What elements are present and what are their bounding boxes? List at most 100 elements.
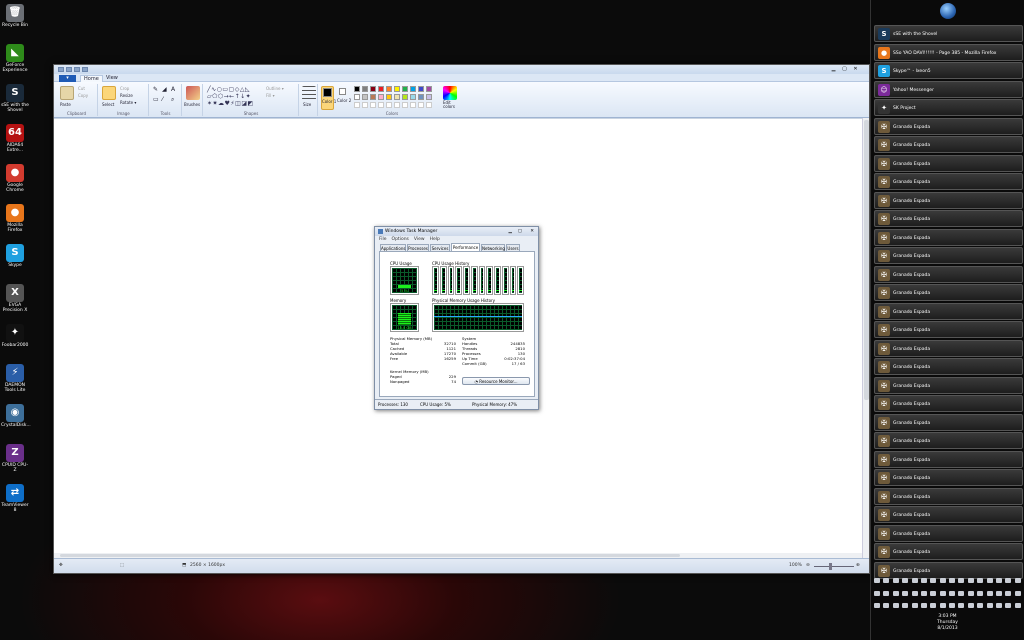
tray-icon[interactable] bbox=[883, 578, 890, 583]
rotate-button[interactable]: Rotate ▾ bbox=[120, 100, 136, 105]
tm-menu-item[interactable]: File bbox=[379, 236, 387, 243]
desktop-icon[interactable]: ◣ GeForce Experience bbox=[1, 44, 29, 73]
app-icon[interactable] bbox=[58, 67, 64, 72]
taskbar-button[interactable]: ✠ Granado Espada bbox=[874, 413, 1023, 431]
taskbar-button[interactable]: ✠ Granado Espada bbox=[874, 339, 1023, 357]
tray-icon[interactable] bbox=[995, 590, 1002, 596]
taskbar-button[interactable]: ✠ Granado Espada bbox=[874, 247, 1023, 264]
tray-icon[interactable] bbox=[949, 590, 955, 596]
edit-colors-icon[interactable] bbox=[443, 86, 457, 100]
taskbar-button[interactable]: ● SSo YAO DAVI!!!!!! - Page 385 - Mozilla… bbox=[874, 43, 1023, 61]
crop-button[interactable]: Crop bbox=[120, 86, 129, 91]
palette-swatch[interactable] bbox=[378, 94, 384, 100]
tray-icon[interactable] bbox=[967, 590, 974, 596]
tm-minimize-icon[interactable]: ▁ bbox=[509, 227, 512, 236]
tray-icon[interactable] bbox=[967, 603, 974, 609]
color2-button[interactable]: Color 2 bbox=[336, 86, 351, 110]
tray-icon[interactable] bbox=[902, 578, 909, 583]
color-picker-icon[interactable]: ⁄ bbox=[162, 96, 163, 103]
tab-view[interactable]: View bbox=[103, 75, 121, 82]
tm-tab[interactable]: Processes bbox=[407, 244, 429, 251]
palette-swatch[interactable] bbox=[362, 86, 368, 92]
palette-swatch[interactable] bbox=[418, 86, 424, 92]
taskbar-button[interactable]: ✠ Granado Espada bbox=[874, 117, 1023, 135]
taskbar-button[interactable]: ☺ Yahoo! Messenger bbox=[874, 80, 1023, 98]
taskbar-button[interactable]: ✠ Granado Espada bbox=[874, 543, 1023, 560]
select-button[interactable]: Select bbox=[102, 102, 114, 107]
tray-icon[interactable] bbox=[977, 603, 984, 609]
tray-icon[interactable] bbox=[1005, 603, 1012, 609]
redo-icon[interactable] bbox=[82, 67, 88, 72]
vertical-scroll-thumb[interactable] bbox=[864, 120, 869, 400]
shapes-gallery[interactable]: ╱∿○▭▢◇△◺ ▱⬠⬡→←↑↓✦ ✶✷☁♥⚡◫◪◩ bbox=[207, 86, 263, 108]
custom-color-slot[interactable] bbox=[386, 102, 392, 108]
tray-icon[interactable] bbox=[958, 578, 965, 583]
taskbar-button[interactable]: ✠ Granado Espada bbox=[874, 228, 1023, 246]
tray-icon[interactable] bbox=[883, 590, 890, 596]
text-icon[interactable]: A bbox=[171, 86, 175, 93]
taskbar-button[interactable]: ✠ Granado Espada bbox=[874, 302, 1023, 320]
tm-tab[interactable]: Applications bbox=[380, 244, 406, 251]
palette-swatch[interactable] bbox=[410, 94, 416, 100]
tray-icon[interactable] bbox=[883, 603, 890, 609]
maximize-icon[interactable]: ▢ bbox=[840, 66, 849, 72]
tray-icon[interactable] bbox=[1014, 603, 1021, 609]
tm-close-icon[interactable]: ✕ bbox=[530, 227, 534, 236]
palette-swatch[interactable] bbox=[418, 94, 424, 100]
tray-icon[interactable] bbox=[892, 578, 899, 583]
taskbar-button[interactable]: ✠ Granado Espada bbox=[874, 395, 1023, 412]
custom-color-slot[interactable] bbox=[362, 102, 368, 108]
palette-swatch[interactable] bbox=[394, 94, 400, 100]
tray-icon[interactable] bbox=[939, 603, 946, 609]
eraser-icon[interactable]: ▭ bbox=[153, 96, 159, 103]
taskbar-button[interactable]: ✠ Granado Espada bbox=[874, 173, 1023, 190]
custom-color-slot[interactable] bbox=[410, 102, 416, 108]
palette-swatch[interactable] bbox=[402, 86, 408, 92]
palette-swatch[interactable] bbox=[386, 86, 392, 92]
vertical-scrollbar[interactable] bbox=[862, 118, 869, 558]
resource-monitor-button[interactable]: ◔ Resource Monitor... bbox=[462, 377, 530, 385]
paste-icon[interactable] bbox=[60, 86, 74, 100]
palette-swatch[interactable] bbox=[410, 86, 416, 92]
zoom-out-icon[interactable]: ⊖ bbox=[806, 563, 810, 568]
tray-icon[interactable] bbox=[930, 603, 937, 609]
tray-icon[interactable] bbox=[902, 603, 909, 609]
zoom-slider-thumb[interactable] bbox=[829, 563, 832, 570]
palette-swatch[interactable] bbox=[402, 94, 408, 100]
tm-menu-item[interactable]: Options bbox=[392, 236, 409, 243]
custom-color-slot[interactable] bbox=[418, 102, 424, 108]
outline-button[interactable]: Outline ▾ bbox=[266, 86, 284, 91]
taskbar-button[interactable]: ✠ Granado Espada bbox=[874, 506, 1023, 523]
taskbar-button[interactable]: ✠ Granado Espada bbox=[874, 469, 1023, 486]
tray-icon[interactable] bbox=[995, 578, 1002, 583]
desktop-icon[interactable]: ✦ Foobar2000 bbox=[1, 324, 29, 348]
tray-icon[interactable] bbox=[930, 578, 937, 583]
size-icon[interactable] bbox=[302, 86, 316, 100]
custom-color-slot[interactable] bbox=[426, 102, 432, 108]
file-tab[interactable]: ▾ bbox=[59, 75, 76, 82]
taskbar-button[interactable]: ✠ Granado Espada bbox=[874, 321, 1023, 338]
taskbar-button[interactable]: ✠ Granado Espada bbox=[874, 136, 1023, 153]
tray-icon[interactable] bbox=[949, 578, 955, 583]
tray-icon[interactable] bbox=[874, 603, 880, 609]
tray-icon[interactable] bbox=[874, 590, 880, 596]
tray-icon[interactable] bbox=[977, 590, 984, 596]
tray-icon[interactable] bbox=[986, 603, 993, 609]
desktop-icon[interactable]: ● Mozilla Firefox bbox=[1, 204, 29, 233]
minimize-icon[interactable]: ▁ bbox=[829, 66, 838, 72]
tm-maximize-icon[interactable]: ▢ bbox=[518, 227, 522, 236]
brush-icon[interactable] bbox=[186, 86, 200, 100]
cut-button[interactable]: Cut bbox=[78, 86, 85, 91]
tray-icon[interactable] bbox=[892, 603, 899, 609]
desktop-icon[interactable]: ⇄ TeamViewer 8 bbox=[1, 484, 29, 513]
taskbar-button[interactable]: ✠ Granado Espada bbox=[874, 450, 1023, 468]
palette-swatch[interactable] bbox=[394, 86, 400, 92]
custom-color-slot[interactable] bbox=[402, 102, 408, 108]
color1-button[interactable]: Color 1 bbox=[321, 86, 336, 110]
custom-color-slot[interactable] bbox=[370, 102, 376, 108]
close-icon[interactable]: ✕ bbox=[851, 66, 860, 72]
tray-icon[interactable] bbox=[977, 578, 984, 583]
palette-swatch[interactable] bbox=[426, 86, 432, 92]
taskbar-button[interactable]: ✠ Granado Espada bbox=[874, 561, 1023, 579]
taskbar-button[interactable]: ✠ Granado Espada bbox=[874, 265, 1023, 283]
